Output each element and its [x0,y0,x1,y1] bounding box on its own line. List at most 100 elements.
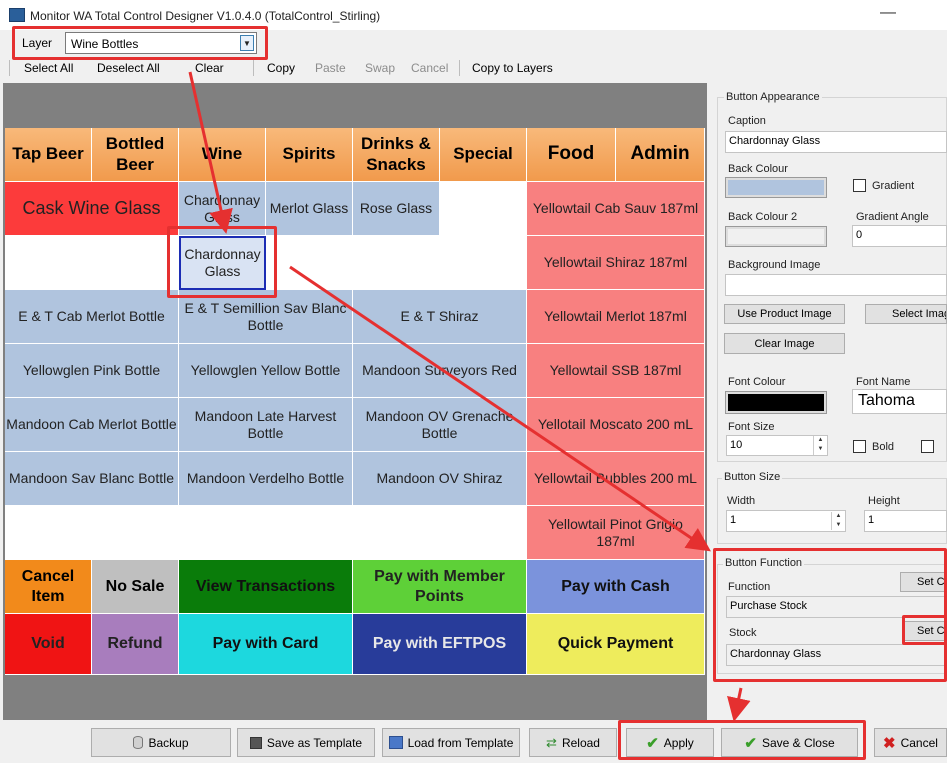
rose-glass-button[interactable]: Rose Glass [353,182,440,236]
paste-button[interactable]: Paste [315,61,346,75]
clear-button[interactable]: Clear [195,61,224,75]
yellowtail-merlot-button[interactable]: Yellowtail Merlot 187ml [527,290,705,344]
back-colour-swatch[interactable] [725,177,827,198]
gradient-label: Gradient [872,180,915,192]
tab-spirits[interactable]: Spirits [266,128,353,182]
quick-payment-button[interactable]: Quick Payment [527,614,705,675]
toolbar-separator [459,60,460,76]
deselect-all-button[interactable]: Deselect All [97,61,160,75]
yellowglen-yellow-button[interactable]: Yellowglen Yellow Bottle [179,344,353,398]
pay-card-button[interactable]: Pay with Card [179,614,353,675]
back-colour2-label: Back Colour 2 [728,211,798,223]
cancel-item-button[interactable]: Cancel Item [5,560,92,614]
save-as-template-button[interactable]: Save as Template [237,728,375,757]
yellowtail-shiraz-button[interactable]: Yellowtail Shiraz 187ml [527,236,705,290]
yellowtail-ssb-button[interactable]: Yellowtail SSB 187ml [527,344,705,398]
italic-checkbox[interactable] [921,440,934,453]
use-product-image-button[interactable]: Use Product Image [724,304,845,324]
backup-button[interactable]: Backup [91,728,231,757]
caption-field[interactable]: Chardonnay Glass [725,131,947,153]
function-label: Function [728,581,771,593]
merlot-glass-button[interactable]: Merlot Glass [266,182,353,236]
void-button[interactable]: Void [5,614,92,675]
width-field[interactable]: 1 [726,510,846,532]
chevron-down-icon[interactable]: ▼ [240,35,254,51]
mandoon-late-harvest-button[interactable]: Mandoon Late Harvest Bottle [179,398,353,452]
clear-image-button[interactable]: Clear Image [724,333,845,354]
width-stepper[interactable]: ▲ ▼ [831,512,845,530]
mandoon-cab-merlot-button[interactable]: Mandoon Cab Merlot Bottle [5,398,179,452]
set-function-button[interactable]: Set Co [900,572,947,592]
select-all-button[interactable]: Select All [24,61,73,75]
et-semillion-button[interactable]: E & T Semillion Sav Blanc Bottle [179,290,353,344]
load-from-template-button[interactable]: Load from Template [382,728,520,757]
tab-bottled-beer[interactable]: Bottled Beer [92,128,179,182]
copy-button[interactable]: Copy [267,61,295,75]
cask-wine-glass-button[interactable]: Cask Wine Glass [5,182,179,236]
cancel-toolbar-button[interactable]: Cancel [411,61,448,75]
cancel-button[interactable]: ✖ Cancel [874,728,947,757]
reload-label: Reload [561,735,600,750]
database-icon [133,736,144,749]
set-stock-button[interactable]: Set Co [904,621,947,641]
background-image-label: Background Image [728,259,821,271]
mandoon-verdelho-button[interactable]: Mandoon Verdelho Bottle [179,452,353,506]
pay-cash-button[interactable]: Pay with Cash [527,560,705,614]
font-size-stepper[interactable]: ▲ ▼ [813,436,827,455]
app-icon [9,8,25,22]
swap-button[interactable]: Swap [365,61,395,75]
select-image-button[interactable]: Select Image [865,304,947,324]
load-icon [388,736,403,749]
no-sale-button[interactable]: No Sale [92,560,179,614]
gradient-angle-field[interactable]: 0 [852,225,947,247]
copy-to-layers-button[interactable]: Copy to Layers [472,61,553,75]
caption-label: Caption [728,115,766,127]
pay-eftpos-button[interactable]: Pay with EFTPOS [353,614,527,675]
tab-wine[interactable]: Wine [179,128,266,182]
refund-button[interactable]: Refund [92,614,179,675]
tab-food[interactable]: Food [527,128,616,182]
function-field[interactable]: Purchase Stock [726,596,947,618]
yellowtail-bubbles-button[interactable]: Yellowtail Bubbles 200 mL [527,452,705,506]
tab-tap-beer[interactable]: Tap Beer [5,128,92,182]
save-close-label: Save & Close [761,735,835,750]
save-close-button[interactable]: ✔ Save & Close [721,728,858,757]
back-colour2-swatch[interactable] [725,226,827,247]
chardonnay-glass-button[interactable]: Chardonnay Glass [179,182,266,236]
save-as-template-label: Save as Template [266,735,363,750]
mandoon-surveyors-button[interactable]: Mandoon Surveyors Red [353,344,527,398]
et-cab-merlot-button[interactable]: E & T Cab Merlot Bottle [5,290,179,344]
yellowtail-pinot-button[interactable]: Yellowtail Pinot Grigio 187ml [527,506,705,560]
mandoon-grenache-button[interactable]: Mandoon OV Grenache Bottle [353,398,527,452]
stock-label: Stock [729,627,757,639]
tab-special[interactable]: Special [440,128,527,182]
reload-button[interactable]: ⇄ Reload [529,728,617,757]
yellowtail-moscato-button[interactable]: Yellotail Moscato 200 mL [527,398,705,452]
pay-member-points-button[interactable]: Pay with Member Points [353,560,527,614]
background-image-field[interactable] [725,274,947,296]
apply-button[interactable]: ✔ Apply [626,728,714,757]
layer-dropdown[interactable]: Wine Bottles ▼ [65,32,257,54]
button-size-title: Button Size [722,471,783,483]
yellowtail-cab-sauv-button[interactable]: Yellowtail Cab Sauv 187ml [527,182,705,236]
font-name-field[interactable]: Tahoma [852,389,947,414]
minimize-button[interactable]: — [880,4,896,22]
cancel-label: Cancel [900,735,938,750]
layer-value: Wine Bottles [71,37,139,51]
et-shiraz-button[interactable]: E & T Shiraz [353,290,527,344]
mandoon-ov-shiraz-button[interactable]: Mandoon OV Shiraz [353,452,527,506]
font-colour-swatch[interactable] [725,391,827,414]
selected-chardonnay-glass-button[interactable]: Chardonnay Glass [179,236,266,290]
stock-field[interactable]: Chardonnay Glass [726,644,947,666]
bold-checkbox[interactable] [853,440,866,453]
mandoon-sav-blanc-button[interactable]: Mandoon Sav Blanc Bottle [5,452,179,506]
view-transactions-button[interactable]: View Transactions [179,560,353,614]
tab-drinks-snacks[interactable]: Drinks & Snacks [353,128,440,182]
window-title: Monitor WA Total Control Designer V1.0.4… [30,9,381,23]
button-function-title: Button Function [723,557,805,569]
close-x-icon: ✖ [883,734,896,752]
gradient-checkbox[interactable] [853,179,866,192]
tab-admin[interactable]: Admin [616,128,705,182]
height-field[interactable]: 1 [864,510,947,532]
yellowglen-pink-button[interactable]: Yellowglen Pink Bottle [5,344,179,398]
